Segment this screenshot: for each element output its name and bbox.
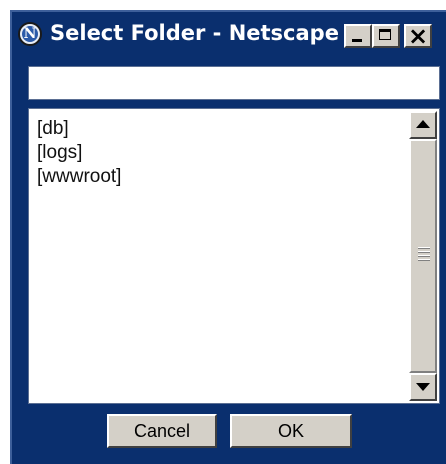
list-item-wwwroot[interactable]: [wwwroot]	[37, 165, 121, 189]
netscape-icon: N	[18, 22, 42, 46]
app-icon-glyph: N	[23, 26, 37, 42]
title-bar[interactable]: N Select Folder - Netscape	[12, 12, 446, 58]
list-item-logs[interactable]: [logs]	[37, 141, 121, 165]
minimize-icon[interactable]	[344, 24, 372, 48]
window-title: Select Folder - Netscape	[50, 21, 339, 45]
vertical-scrollbar[interactable]	[409, 111, 437, 401]
folder-list-box[interactable]: [db] [logs] [wwwroot]	[28, 108, 440, 404]
scroll-up-arrow-icon[interactable]	[409, 111, 437, 139]
folder-path-input[interactable]	[28, 66, 440, 100]
list-item-db[interactable]: [db]	[37, 117, 121, 141]
folder-list: [db] [logs] [wwwroot]	[37, 117, 121, 189]
close-icon[interactable]	[404, 22, 432, 50]
ok-button[interactable]: OK	[230, 414, 352, 448]
scroll-thumb[interactable]	[409, 139, 437, 373]
scroll-down-arrow-icon[interactable]	[409, 373, 437, 401]
cancel-button[interactable]: Cancel	[107, 414, 217, 448]
maximize-icon[interactable]	[372, 24, 400, 48]
select-folder-window: N Select Folder - Netscape [db] [logs] […	[10, 10, 446, 464]
scroll-grip-icon	[418, 247, 430, 261]
